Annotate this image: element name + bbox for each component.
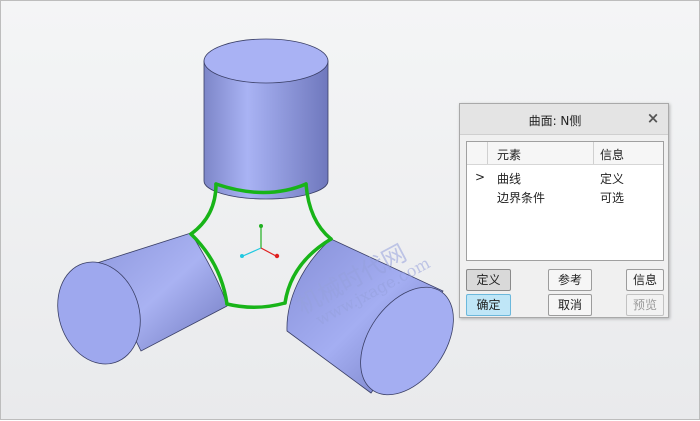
preview-button[interactable]: 预览: [626, 294, 664, 316]
reference-button[interactable]: 参考: [548, 269, 592, 291]
column-divider: [593, 142, 594, 164]
current-row-marker: >: [475, 170, 486, 184]
row-info: 定义: [600, 172, 625, 186]
column-divider: [487, 142, 488, 164]
dialog-titlebar[interactable]: 曲面: N侧 ×: [460, 104, 668, 135]
cylinder-right[interactable]: [286, 238, 473, 412]
row-info: 可选: [600, 191, 625, 205]
table-row[interactable]: > 曲线 定义: [467, 168, 663, 187]
cancel-button[interactable]: 取消: [548, 294, 592, 316]
dialog-title: 曲面: N侧: [528, 114, 582, 128]
ok-button[interactable]: 确定: [466, 294, 511, 316]
element-table: 元素 信息 > 曲线 定义 边界条件 可选: [466, 141, 664, 261]
info-button[interactable]: 信息: [626, 269, 664, 291]
cylinder-top[interactable]: [203, 38, 329, 200]
cylinder-left[interactable]: [45, 232, 228, 375]
row-element: 曲线: [497, 172, 522, 186]
table-header: 元素 信息: [467, 142, 663, 165]
header-info[interactable]: 信息: [600, 146, 624, 163]
nsided-surface-dialog: 曲面: N侧 × 元素 信息 > 曲线 定义 边界条件 可选 定义 参考 信息 …: [459, 103, 669, 318]
row-element: 边界条件: [497, 191, 546, 205]
define-button[interactable]: 定义: [466, 269, 511, 291]
table-row[interactable]: 边界条件 可选: [467, 187, 663, 206]
coordinate-triad-icon: [240, 224, 280, 259]
close-icon[interactable]: ×: [645, 109, 661, 127]
header-element[interactable]: 元素: [497, 146, 521, 163]
